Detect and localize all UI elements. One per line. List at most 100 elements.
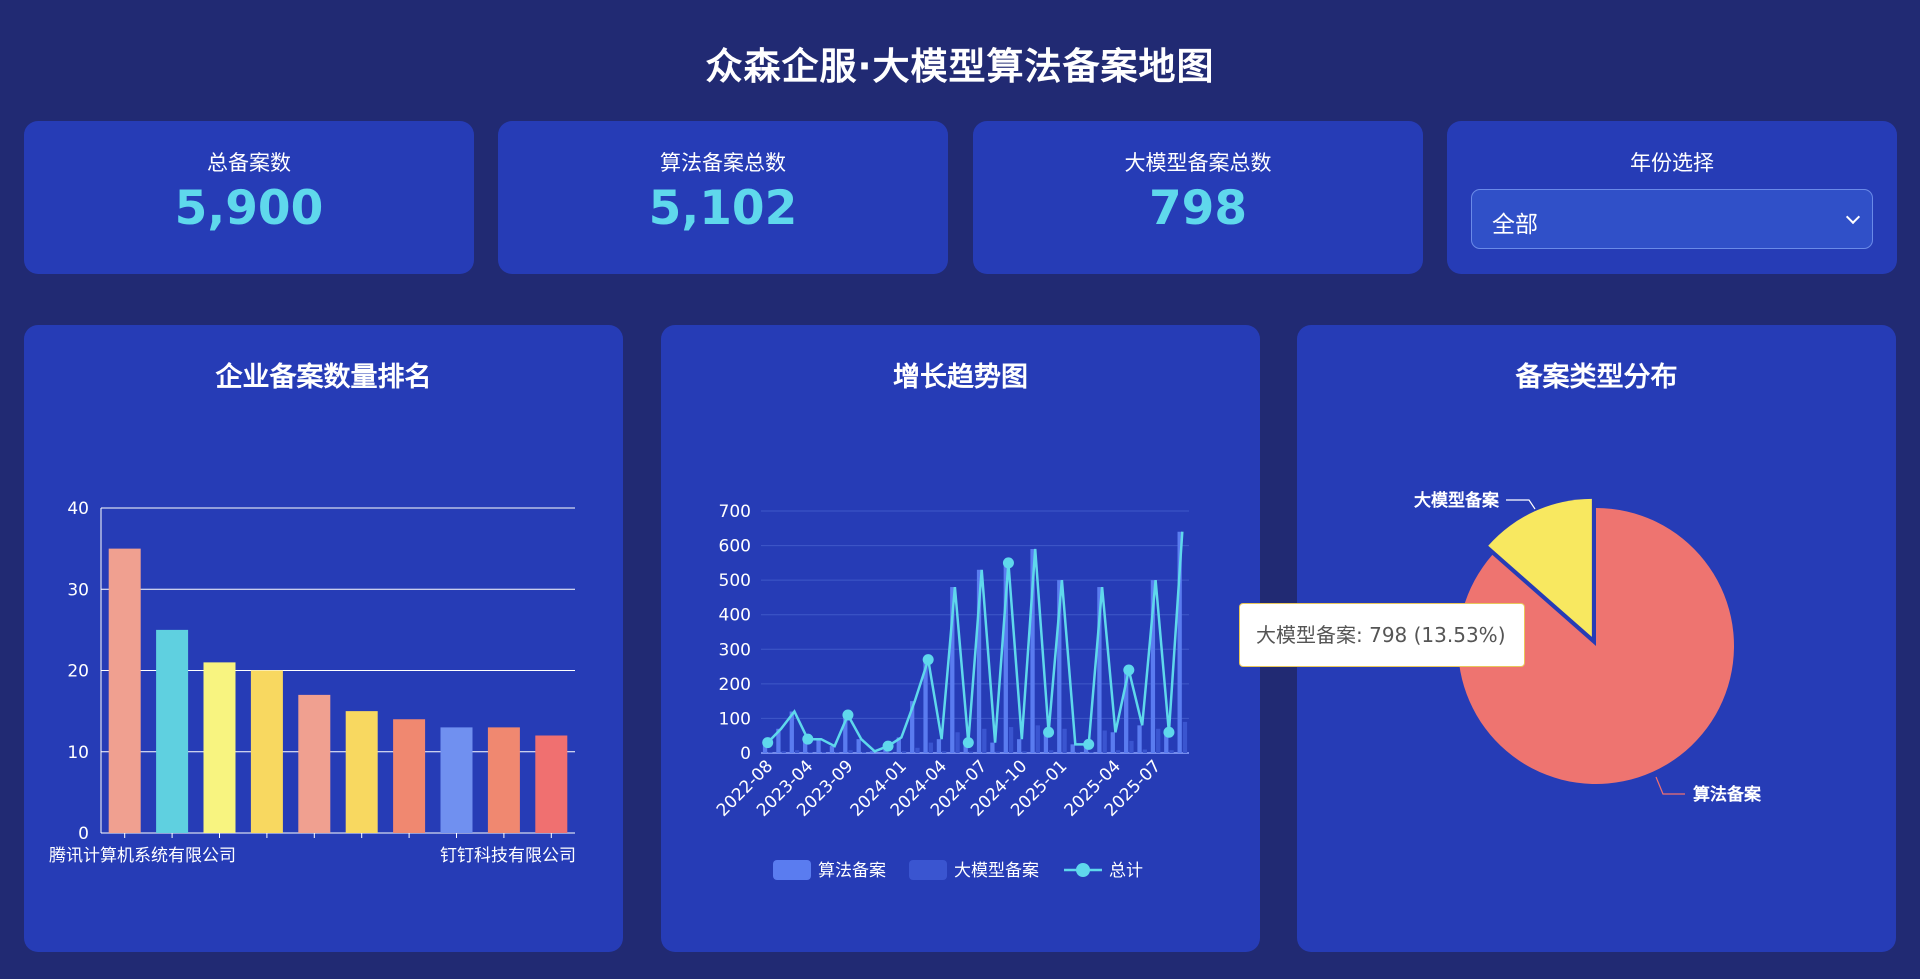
legend-swatch-llm [909,860,947,880]
bar-llm [1075,751,1081,753]
bar [108,548,141,833]
total-point [882,740,894,752]
total-point [922,654,934,666]
y-tick-label: 100 [719,709,751,729]
label-leader [1655,776,1685,795]
bar-llm [942,751,947,753]
bar-llm [835,752,840,753]
bar-algorithm [936,739,942,753]
pie-label: 大模型备案 [1414,490,1500,511]
bar [298,694,331,833]
bar-llm [1169,750,1174,753]
bar-llm [1156,728,1161,753]
year-filter-label: 年份选择 [1630,151,1714,175]
y-tick-label: 200 [719,675,751,695]
total-point [962,737,974,749]
bar-llm [915,747,920,753]
trend-chart: 01002003004005006007002022-082023-042023… [713,502,1189,881]
y-tick-label: 500 [719,571,751,591]
legend-label: 算法备案 [818,861,886,881]
y-tick-label: 30 [67,580,89,600]
bar-llm [1035,725,1040,753]
page-title: 众森企服·大模型算法备案地图 [705,45,1215,88]
chart-tooltip: 大模型备案: 798 (13.53%) [1239,603,1525,667]
bar [203,662,236,833]
bar-algorithm [1110,732,1115,753]
bar-llm [781,751,786,753]
bar-llm [821,751,826,753]
stat-card-llm: 大模型备案总数 798 [973,121,1423,274]
total-point [842,709,854,721]
bar-algorithm [1017,739,1022,753]
bar-llm [995,751,1000,753]
bar-llm [888,752,893,753]
y-tick-label: 40 [67,499,89,519]
pie-label: 算法备案 [1692,784,1762,805]
bar-llm [768,752,773,753]
bar-llm [1022,751,1027,753]
total-point [802,733,814,745]
stat-value: 798 [1148,181,1248,236]
chevron-down-icon [1845,209,1861,225]
legend-label: 总计 [1109,861,1143,881]
label-leader [1506,499,1536,510]
bar-llm [1062,728,1067,753]
stat-card-algorithm: 算法备案总数 5,102 [498,121,948,274]
y-tick-label: 20 [67,662,89,682]
legend-label: 大模型备案 [954,861,1039,881]
bar [156,629,189,833]
total-point [1083,738,1095,750]
y-tick-label: 0 [740,744,751,764]
bar [487,727,520,833]
bar-llm [1089,751,1094,753]
ranking-chart-card: 企业备案数量排名 0 10 20 30 40 腾讯计算机系统有限公司 钉钉科技有限公司 [24,325,623,952]
bar-llm [928,742,933,753]
bar-llm [955,732,960,753]
year-filter-card: 年份选择 全部 [1447,121,1897,274]
total-point [762,737,774,749]
bar [440,727,473,833]
y-tick-label: 300 [719,640,751,660]
bar-algorithm [816,739,821,753]
bar [393,719,426,833]
stat-card-total: 总备案数 5,900 [24,121,474,274]
bar-llm [1182,721,1188,753]
bar-llm [901,751,907,753]
bar-algorithm [1137,725,1142,753]
bar-llm [982,728,987,753]
total-point [1163,726,1175,738]
ranking-bar-chart: 0 10 20 30 40 腾讯计算机系统有限公司 钉钉科技有限公司 [49,499,576,866]
year-select-value: 全部 [1492,212,1538,238]
stat-label: 总备案数 [207,151,291,175]
stat-value: 5,900 [174,181,324,236]
bar-algorithm [856,739,861,753]
total-point [1123,664,1135,676]
bar-llm [1142,749,1147,753]
stat-value: 5,102 [648,181,798,236]
stat-label: 算法备案总数 [660,151,786,175]
bar-algorithm [829,746,835,753]
bar-llm [1102,730,1107,753]
total-point [1002,557,1014,569]
bar-llm [1129,740,1134,753]
year-select[interactable]: 全部 [1471,189,1873,249]
bar [535,735,568,833]
x-tick-label: 钉钉科技有限公司 [440,846,576,866]
bar-llm [861,751,867,753]
y-tick-label: 600 [719,537,751,557]
bar-llm [794,750,800,753]
total-point [1043,726,1055,738]
stat-label: 大模型备案总数 [1124,151,1272,175]
bar-llm [1115,750,1121,753]
trend-chart-card: 增长趋势图 0 100 200 300 400 500 600 700 2022-08 2023-… [661,325,1260,952]
bar-llm [1049,750,1054,753]
bar [345,711,378,833]
y-tick-label: 0 [78,824,89,844]
bar-llm [808,751,813,753]
y-tick-label: 700 [719,502,751,522]
y-tick-label: 10 [67,743,89,763]
bar-llm [1008,727,1014,753]
bar-llm [848,750,853,753]
x-tick-label: 腾讯计算机系统有限公司 [49,846,236,866]
y-tick-label: 400 [719,606,751,626]
